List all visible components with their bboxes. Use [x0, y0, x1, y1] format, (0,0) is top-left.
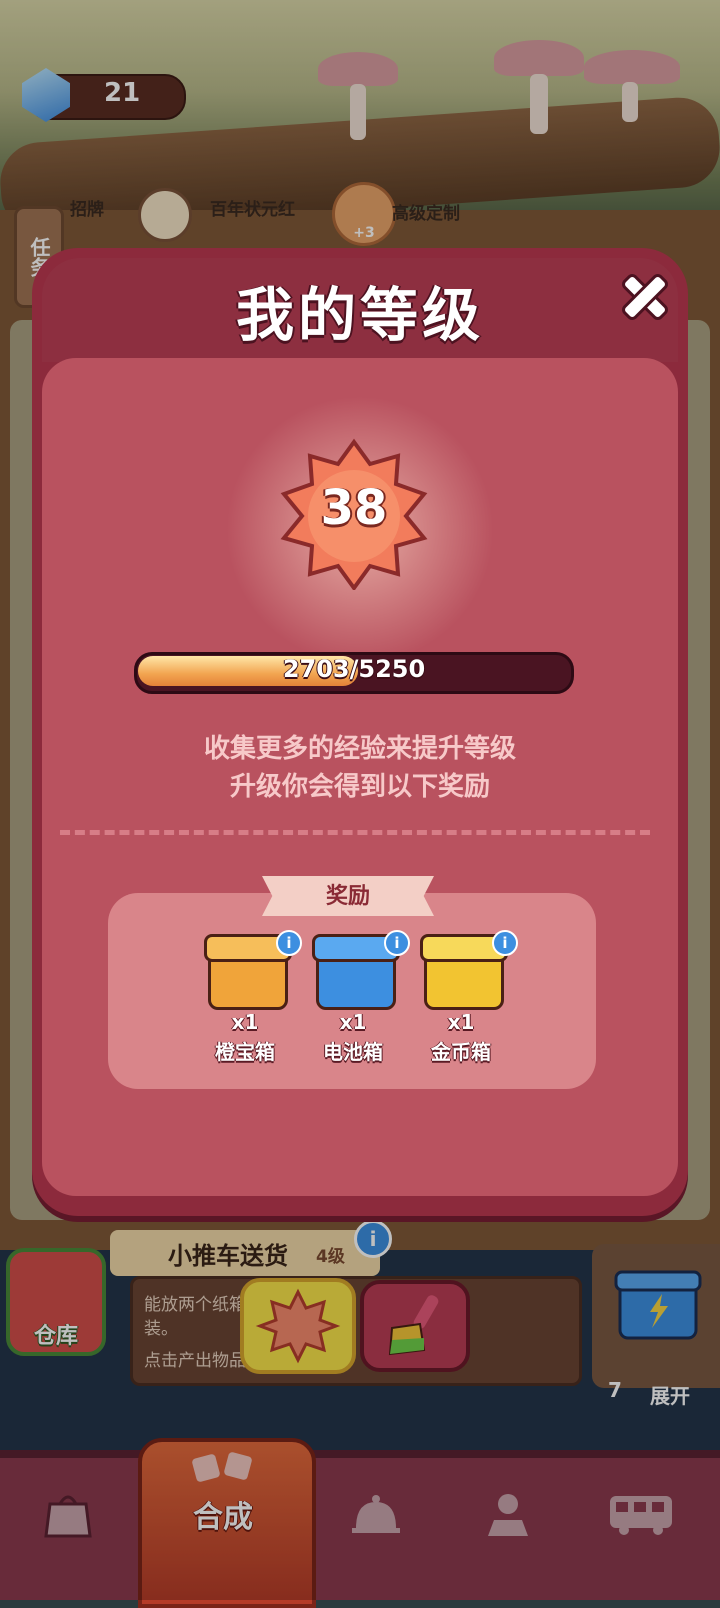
- reward-quantity: x1: [447, 1010, 475, 1034]
- reward-quantity: x1: [339, 1010, 367, 1034]
- info-icon[interactable]: i: [492, 930, 518, 956]
- level-description: 收集更多的经验来提升等级: [203, 734, 516, 764]
- reward-item[interactable]: i x1 橙宝箱: [190, 930, 302, 1070]
- level-number: 38: [320, 480, 388, 536]
- reward-name: 电池箱: [323, 1040, 383, 1064]
- reward-item[interactable]: i x1 金币箱: [406, 930, 518, 1070]
- divider: [60, 830, 650, 835]
- xp-progress-text: 2703/5250: [282, 655, 426, 683]
- reward-name: 金币箱: [431, 1040, 491, 1064]
- level-description: 升级你会得到以下奖励: [229, 772, 490, 802]
- rewards-title: 奖励: [325, 884, 370, 909]
- reward-name: 橙宝箱: [215, 1040, 275, 1064]
- reward-item[interactable]: i x1 电池箱: [298, 930, 410, 1070]
- close-button[interactable]: [612, 264, 672, 324]
- reward-quantity: x1: [231, 1010, 259, 1034]
